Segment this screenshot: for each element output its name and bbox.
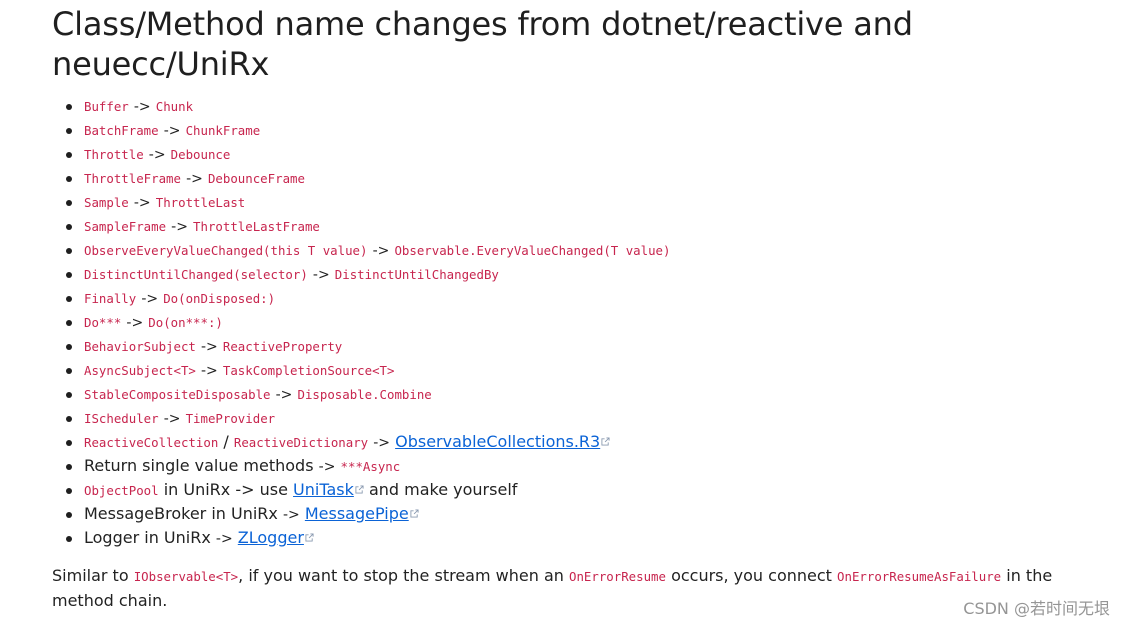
list-item-return: Return single value methods -> ***Async bbox=[66, 454, 1092, 478]
external-link-icon bbox=[355, 485, 364, 494]
new-name: DebounceFrame bbox=[207, 171, 305, 186]
arrow-text: -> bbox=[133, 195, 151, 211]
list-item-messagebroker: MessageBroker in UniRx -> MessagePipe bbox=[66, 502, 1092, 526]
old-name: DistinctUntilChanged(selector) bbox=[84, 267, 308, 282]
arrow-text: -> bbox=[186, 171, 203, 187]
new-name: ChunkFrame bbox=[185, 123, 261, 138]
list-item: Sample -> ThrottleLast bbox=[66, 190, 1092, 214]
csdn-watermark: CSDN @若时间无垠 bbox=[963, 599, 1110, 618]
arrow-text: -> bbox=[372, 243, 390, 259]
new-name: Chunk bbox=[155, 99, 194, 114]
note-text: , if you want to stop the stream when an bbox=[238, 566, 564, 585]
item-text: MessageBroker in UniRx bbox=[84, 504, 278, 523]
list-item: StableCompositeDisposable -> Disposable.… bbox=[66, 382, 1092, 406]
arrow-text: -> bbox=[163, 411, 181, 427]
old-name: ObserveEveryValueChanged(this T value) bbox=[84, 243, 368, 258]
external-link-icon bbox=[410, 509, 419, 518]
list-item: BatchFrame -> ChunkFrame bbox=[66, 118, 1092, 142]
list-item: SampleFrame -> ThrottleLastFrame bbox=[66, 214, 1092, 238]
list-item: AsyncSubject<T> -> TaskCompletionSource<… bbox=[66, 358, 1092, 382]
name-change-list: Buffer -> Chunk BatchFrame -> ChunkFrame… bbox=[52, 94, 1092, 550]
note-text: occurs, you connect bbox=[671, 566, 832, 585]
list-item: ThrottleFrame -> DebounceFrame bbox=[66, 166, 1092, 190]
list-item-collections: ReactiveCollection / ReactiveDictionary … bbox=[66, 430, 1092, 454]
arrow-text: -> bbox=[141, 291, 159, 307]
observable-collections-link[interactable]: ObservableCollections.R3 bbox=[395, 432, 600, 451]
new-name: ***Async bbox=[340, 459, 401, 474]
old-name: Finally bbox=[84, 291, 137, 306]
list-item: IScheduler -> TimeProvider bbox=[66, 406, 1092, 430]
unitask-link[interactable]: UniTask bbox=[293, 480, 354, 499]
arrow-text: -> bbox=[215, 531, 233, 547]
new-name: Debounce bbox=[170, 147, 231, 162]
old-name: BehaviorSubject bbox=[84, 339, 196, 354]
zlogger-link[interactable]: ZLogger bbox=[238, 528, 304, 547]
new-name: Disposable.Combine bbox=[297, 387, 432, 402]
messagepipe-link[interactable]: MessagePipe bbox=[305, 504, 409, 523]
new-name: ThrottleLast bbox=[155, 195, 246, 210]
old-name: ThrottleFrame bbox=[84, 171, 181, 186]
list-item: BehaviorSubject -> ReactiveProperty bbox=[66, 334, 1092, 358]
slash-text: / bbox=[223, 432, 229, 451]
new-name: ThrottleLastFrame bbox=[193, 219, 320, 234]
arrow-text: -> bbox=[312, 267, 330, 283]
list-item: Buffer -> Chunk bbox=[66, 94, 1092, 118]
new-name: DistinctUntilChangedBy bbox=[334, 267, 499, 282]
item-text: in UniRx -> use bbox=[163, 480, 288, 499]
arrow-text: -> bbox=[148, 147, 166, 163]
old-name: SampleFrame bbox=[84, 219, 167, 234]
item-text: and make yourself bbox=[368, 480, 518, 499]
external-link-icon bbox=[601, 437, 610, 446]
old-name: ReactiveCollection bbox=[84, 435, 219, 450]
arrow-text: -> bbox=[275, 387, 293, 403]
new-name: Do(on***:) bbox=[148, 315, 223, 330]
old-name: AsyncSubject<T> bbox=[84, 363, 196, 378]
old-name: Sample bbox=[84, 195, 129, 210]
old-name: BatchFrame bbox=[84, 123, 159, 138]
note-code: IObservable<T> bbox=[133, 569, 239, 584]
list-item-logger: Logger in UniRx -> ZLogger bbox=[66, 526, 1092, 550]
new-name: TimeProvider bbox=[185, 411, 276, 426]
note-paragraph: Similar to IObservable<T>, if you want t… bbox=[52, 564, 1092, 613]
new-name: Do(onDisposed:) bbox=[163, 291, 276, 306]
old-name: StableCompositeDisposable bbox=[84, 387, 271, 402]
arrow-text: -> bbox=[133, 99, 151, 115]
item-text: Return single value methods bbox=[84, 456, 314, 475]
list-item-objectpool: ObjectPool in UniRx -> use UniTask and m… bbox=[66, 478, 1092, 502]
list-item: Do*** -> Do(on***:) bbox=[66, 310, 1092, 334]
note-code: OnErrorResume bbox=[568, 569, 666, 584]
arrow-text: -> bbox=[318, 459, 336, 475]
item-text: Logger in UniRx bbox=[84, 528, 211, 547]
old-name: IScheduler bbox=[84, 411, 159, 426]
arrow-text: -> bbox=[201, 339, 218, 355]
new-name: TaskCompletionSource<T> bbox=[222, 363, 395, 378]
list-item: ObserveEveryValueChanged(this T value) -… bbox=[66, 238, 1092, 262]
old-name: Do*** bbox=[84, 315, 122, 330]
old-name: Buffer bbox=[84, 99, 129, 114]
new-name: Observable.EveryValueChanged(T value) bbox=[394, 243, 671, 258]
old-name: ReactiveDictionary bbox=[233, 435, 369, 450]
arrow-text: -> bbox=[373, 435, 391, 451]
new-name: ReactiveProperty bbox=[222, 339, 343, 354]
article-section: Class/Method name changes from dotnet/re… bbox=[52, 4, 1092, 613]
note-code: OnErrorResumeAsFailure bbox=[837, 569, 1002, 584]
arrow-text: -> bbox=[126, 315, 144, 331]
arrow-text: -> bbox=[201, 363, 218, 379]
old-name: Throttle bbox=[84, 147, 144, 162]
old-name: ObjectPool bbox=[84, 483, 159, 498]
list-item: DistinctUntilChanged(selector) -> Distin… bbox=[66, 262, 1092, 286]
list-item: Throttle -> Debounce bbox=[66, 142, 1092, 166]
arrow-text: -> bbox=[171, 219, 188, 235]
note-text: Similar to bbox=[52, 566, 129, 585]
section-heading: Class/Method name changes from dotnet/re… bbox=[52, 5, 913, 83]
external-link-icon bbox=[305, 533, 314, 542]
list-item: Finally -> Do(onDisposed:) bbox=[66, 286, 1092, 310]
arrow-text: -> bbox=[282, 507, 300, 523]
arrow-text: -> bbox=[163, 123, 181, 139]
